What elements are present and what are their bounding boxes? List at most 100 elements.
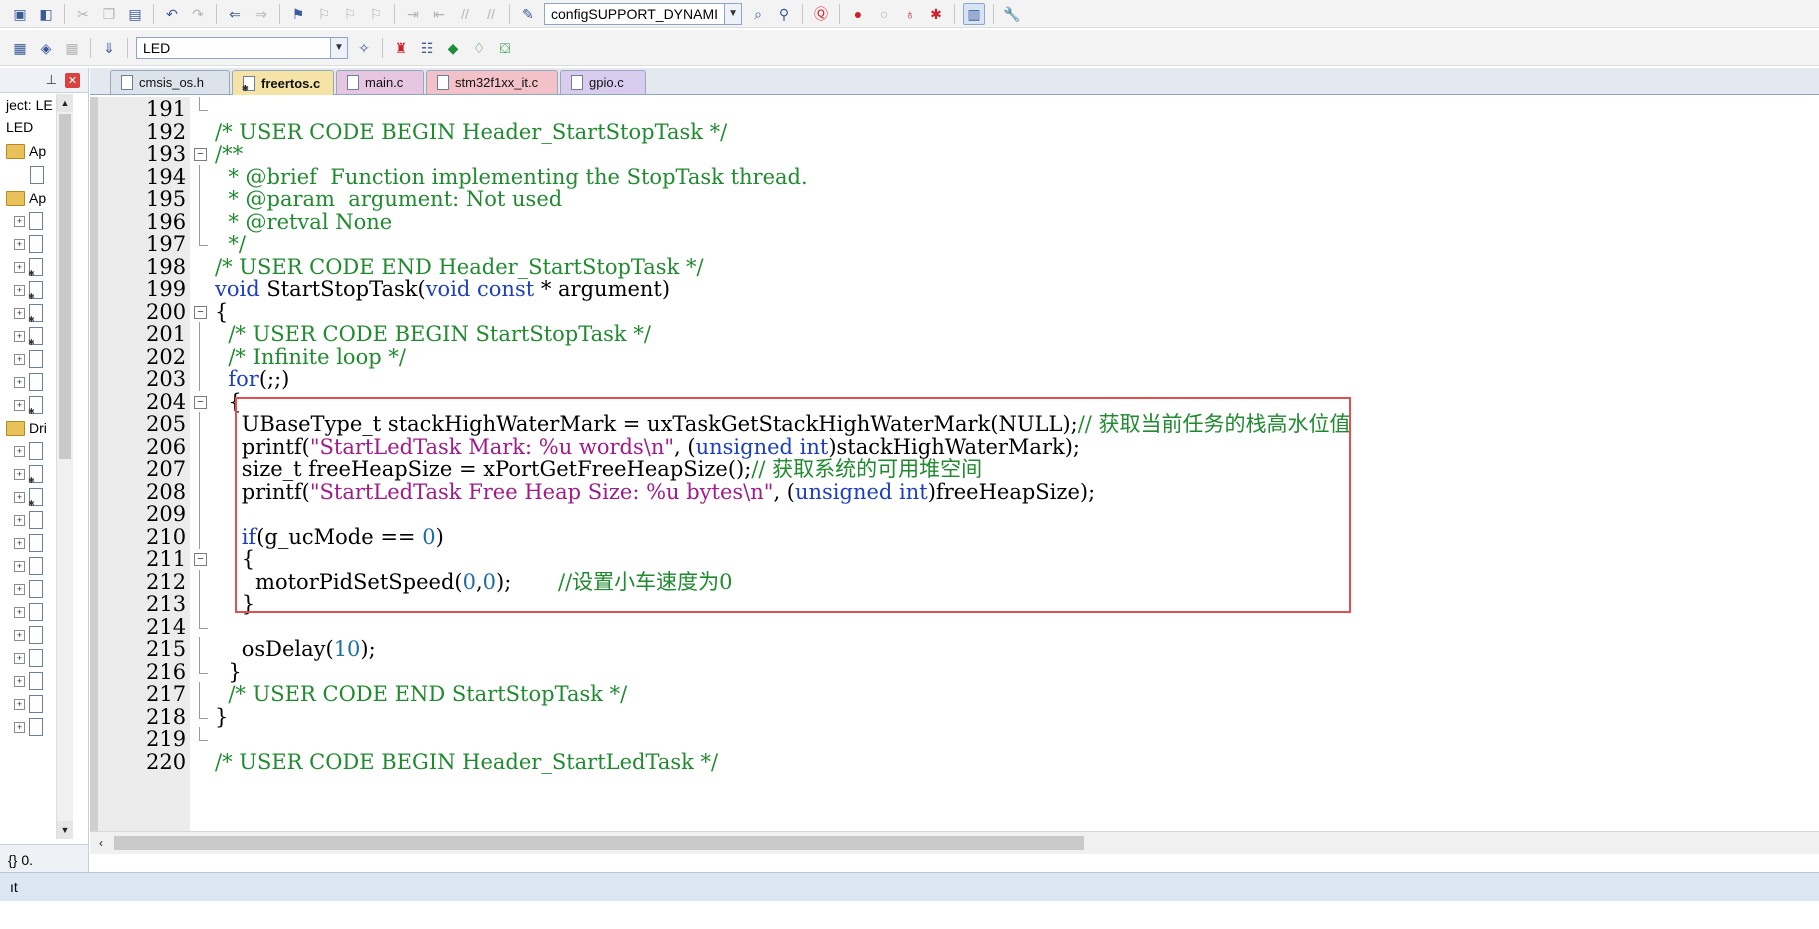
code-line[interactable]: 198 /* USER CODE END Header_StartStopTask… [90,255,1819,279]
tree-folder[interactable]: Ap [6,187,46,209]
editor-horizontal-scrollbar[interactable]: ‹ [90,831,1819,854]
undo-icon[interactable]: ↶ [162,4,182,24]
scroll-down-icon[interactable]: ▼ [57,821,73,839]
tree-vertical-scrollbar[interactable]: ▲ ▼ [56,94,73,839]
code-line[interactable]: 210 if(g_ucMode == 0) [90,524,1819,549]
code-editor[interactable]: 191 192 /* USER CODE BEGIN Header_StartSto… [90,97,1819,831]
navigate-back-icon[interactable]: ⇐ [225,4,245,24]
code-line[interactable]: 202 /* Infinite loop */ [90,344,1819,369]
tree-file[interactable]: + [14,325,43,347]
expand-icon[interactable]: + [14,583,25,595]
code-line[interactable]: 204− { [90,390,1819,414]
unindent-icon[interactable]: ⇤ [429,4,449,24]
manage-components-icon[interactable]: ☷ [417,38,437,58]
pack-installer-icon[interactable]: ♢ [469,38,489,58]
manage-project-icon[interactable]: ♜ [391,38,411,58]
code-line[interactable]: 207 size_t freeHeapSize = xPortGetFreeHe… [90,457,1819,481]
tree-file[interactable]: + [14,486,43,508]
expand-icon[interactable]: + [14,307,25,319]
redo-icon[interactable]: ↷ [188,4,208,24]
download-icon[interactable]: ⇓ [99,38,119,58]
tree-file[interactable]: + [14,555,43,577]
tree-file[interactable]: + [14,302,43,324]
tree-root[interactable]: LED [6,116,33,138]
run-time-environment-icon[interactable]: ⛋ [495,38,515,58]
tree-file[interactable]: + [14,440,43,462]
tab-freertos-c[interactable]: freertos.c [232,70,334,95]
expand-icon[interactable]: + [14,353,25,365]
tree-folder[interactable]: Ap [6,140,46,162]
tree-file[interactable]: + [14,233,43,255]
tree-file[interactable]: + [14,647,43,669]
fold-collapse-icon[interactable]: − [194,553,207,566]
expand-icon[interactable]: + [14,629,25,641]
expand-icon[interactable]: + [14,606,25,618]
prev-bookmark-icon[interactable]: ⚐ [314,4,334,24]
expand-icon[interactable]: + [14,261,25,273]
expand-icon[interactable]: + [14,376,25,388]
tree-file[interactable]: + [14,693,43,715]
find-in-files-icon[interactable]: ✎ [518,4,538,24]
next-bookmark-icon[interactable]: ⚐ [340,4,360,24]
expand-icon[interactable]: + [14,675,25,687]
code-line[interactable]: 213 } [90,592,1819,616]
expand-icon[interactable]: + [14,399,25,411]
code-line[interactable]: 191 [90,97,1819,121]
options-for-target-icon[interactable]: ✧ [354,38,374,58]
code-line[interactable]: 199 void StartStopTask(void const * argum… [90,277,1819,301]
functions-tab-icon[interactable]: {} [8,852,17,868]
code-line[interactable]: 201 /* USER CODE BEGIN StartStopTask */ [90,322,1819,346]
code-line[interactable]: 195 * @param argument: Not used [90,187,1819,211]
incremental-find-icon[interactable]: ⌕ [748,4,768,24]
paste-icon[interactable]: ▤ [125,4,145,24]
tree-file[interactable]: + [14,578,43,600]
code-line[interactable]: 211− { [90,547,1819,571]
scrollbar-thumb[interactable] [114,836,1084,850]
tree-file[interactable]: + [14,394,43,416]
copy-icon[interactable]: ❐ [99,4,119,24]
pin-icon[interactable]: ⊥ [46,72,57,88]
code-line[interactable]: 203 for(;;) [90,367,1819,391]
tree-file[interactable]: + [14,348,43,370]
expand-icon[interactable]: + [14,721,25,733]
code-line[interactable]: 220 /* USER CODE BEGIN Header_StartLedTas… [90,750,1819,774]
cut-icon[interactable]: ✂ [73,4,93,24]
scroll-left-icon[interactable]: ‹ [90,832,112,854]
find-icon[interactable]: ⚲ [774,4,794,24]
code-line[interactable]: 209 [90,502,1819,526]
code-line[interactable]: 197 */ [90,232,1819,256]
code-line[interactable]: 205 UBaseType_t stackHighWaterMark = uxT… [90,412,1819,436]
breakpoint-icon[interactable]: ● [848,4,868,24]
scrollbar-thumb[interactable] [59,114,71,459]
tab-main-c[interactable]: main.c [336,70,424,94]
tree-file[interactable] [30,164,44,186]
tab-gpio-c[interactable]: gpio.c [560,70,646,94]
expand-icon[interactable]: + [14,514,25,526]
rebuild-icon[interactable]: ▦ [62,38,82,58]
comment-icon[interactable]: // [455,4,475,24]
disable-breakpoint-icon[interactable]: ○ [874,4,894,24]
expand-icon[interactable]: + [14,537,25,549]
tab-cmsis-os-h[interactable]: cmsis_os.h [110,70,230,94]
tree-folder[interactable]: Dri [6,417,47,439]
expand-icon[interactable]: + [14,445,25,457]
expand-icon[interactable]: + [14,215,25,227]
select-packs-icon[interactable]: ◆ [443,38,463,58]
chevron-down-icon[interactable]: ▼ [724,3,742,24]
expand-icon[interactable]: + [14,468,25,480]
tree-file[interactable]: + [14,624,43,646]
configure-icon[interactable]: 🔧 [1002,4,1022,24]
code-line[interactable]: 192 /* USER CODE BEGIN Header_StartStopTa… [90,120,1819,144]
clear-bookmarks-icon[interactable]: ⚐ [366,4,386,24]
translate-icon[interactable]: ▦ [10,38,30,58]
code-line[interactable]: 208 printf("StartLedTask Free Heap Size:… [90,479,1819,504]
code-line[interactable]: 193−/** [90,142,1819,166]
symbol-combo[interactable]: configSUPPORT_DYNAMI ▼ [544,2,743,25]
fold-collapse-icon[interactable]: − [194,305,207,319]
tree-file[interactable]: + [14,256,43,278]
expand-icon[interactable]: + [14,560,25,572]
build-icon[interactable]: ◈ [36,38,56,58]
code-line[interactable]: 196 * @retval None [90,209,1819,234]
code-line[interactable]: 216 } [90,659,1819,684]
expand-icon[interactable]: + [14,284,25,296]
